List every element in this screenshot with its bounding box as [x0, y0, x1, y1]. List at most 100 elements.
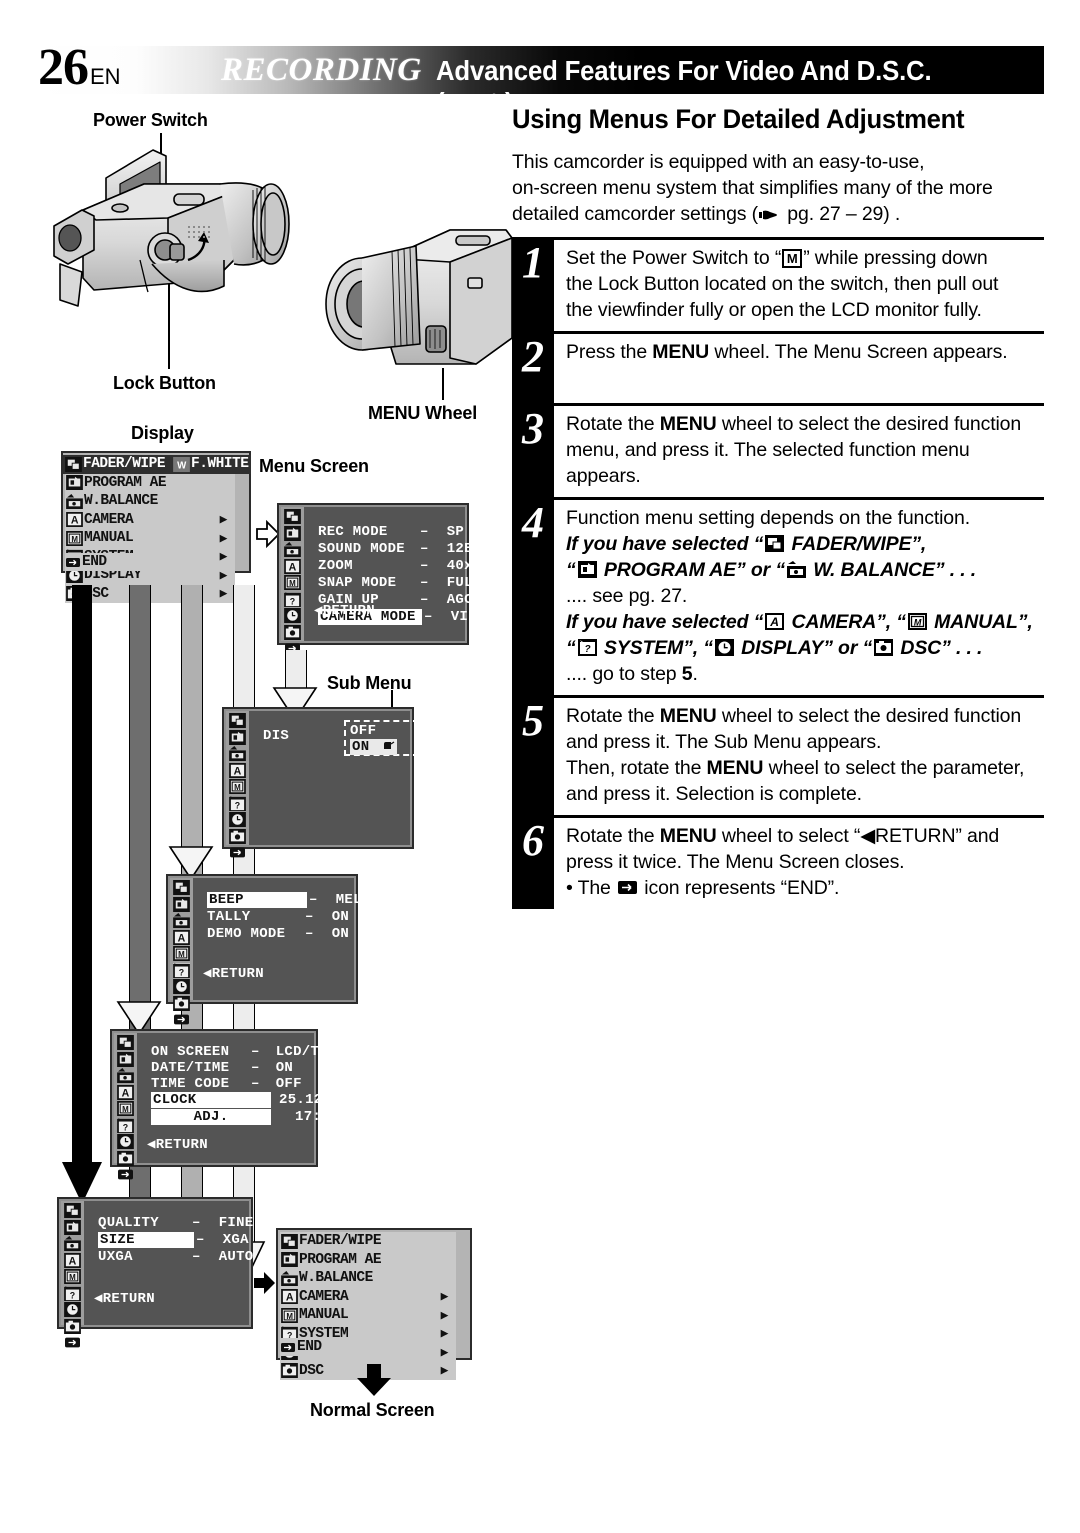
rail-w-balance-icon[interactable]: [117, 1068, 134, 1083]
row-demo-mode[interactable]: DEMO MODE – ON: [207, 925, 349, 942]
rail-display-icon[interactable]: [64, 1302, 81, 1317]
rail-manual-icon[interactable]: M: [117, 1101, 134, 1116]
row-rec-mode[interactable]: REC MODE – SP: [318, 523, 464, 540]
rail-display-icon[interactable]: [117, 1134, 134, 1149]
menu-item-program-ae[interactable]: PROGRAM AE: [280, 1251, 456, 1270]
rail-w-balance-icon[interactable]: [173, 913, 190, 928]
rail-program-ae-icon[interactable]: [284, 525, 301, 541]
step-6-body: Rotate the MENU wheel to select “◀RETURN…: [554, 818, 1044, 909]
rail-camera-icon[interactable]: A: [64, 1252, 81, 1268]
rail-program-ae-icon[interactable]: [117, 1051, 134, 1067]
sub-menu-option-off[interactable]: OFF: [350, 723, 376, 739]
rail-manual-icon[interactable]: M: [173, 946, 190, 961]
display-menu-lcd[interactable]: A M? ON SCREEN – LCD/TV DATE/TIME – ON TIME COD…: [110, 1029, 348, 1180]
program-ae-icon: [229, 729, 246, 745]
rail-fader-wipe-icon[interactable]: [64, 1203, 81, 1218]
rail-return-icon[interactable]: [117, 1167, 134, 1182]
rail-program-ae-icon[interactable]: [229, 729, 246, 745]
display-menu-return[interactable]: ◀RETURN: [147, 1136, 208, 1153]
rail-dsc-icon[interactable]: [229, 828, 246, 844]
row-on-screen[interactable]: ON SCREEN – LCD/TV: [151, 1043, 328, 1060]
row-sound-mode[interactable]: SOUND MODE –12BIT: [318, 540, 490, 557]
rail-manual-icon[interactable]: M: [229, 779, 246, 794]
row-uxga[interactable]: UXGA – AUTO: [98, 1248, 254, 1265]
menu-item-camera[interactable]: A CAMERA ▶: [65, 511, 235, 530]
submenu-arrow-icon: ▶: [440, 1363, 449, 1379]
menu-item-program-ae[interactable]: PROGRAM AE: [65, 474, 235, 493]
menu-item-camera[interactable]: A CAMERA ▶: [280, 1288, 456, 1307]
step-5-text: Rotate the MENU wheel to select the desi…: [566, 703, 1044, 807]
sub-menu-option-on[interactable]: ON: [350, 739, 398, 755]
rail-program-ae-icon[interactable]: [64, 1219, 81, 1235]
rail-display-icon[interactable]: [229, 812, 246, 827]
rail-dsc-icon[interactable]: [284, 624, 301, 640]
rail-w-balance-icon[interactable]: [64, 1236, 81, 1251]
rail-w-balance-icon[interactable]: [284, 542, 301, 557]
rail-fader-wipe-icon[interactable]: [117, 1035, 134, 1050]
step-1-line1b: ” while pressing down: [803, 247, 988, 269]
rail-fader-wipe-icon[interactable]: [284, 509, 301, 524]
menu-item-label: W.BALANCE: [299, 1270, 373, 1287]
rail-camera-icon[interactable]: A: [284, 558, 301, 574]
rail-program-ae-icon[interactable]: [173, 896, 190, 912]
row-beep[interactable]: BEEP – MELODY: [207, 891, 388, 908]
menu-item-manual[interactable]: M MANUAL ▶: [65, 529, 235, 548]
rail-fader-wipe-icon[interactable]: [173, 880, 190, 895]
rail-return-icon[interactable]: [229, 845, 246, 860]
rail-manual-icon[interactable]: M: [64, 1269, 81, 1284]
rail-system-icon[interactable]: ?: [284, 591, 301, 607]
display-menu-adj-row[interactable]: ADJ. 17:30: [151, 1108, 339, 1125]
camera-menu-lcd[interactable]: A M? REC MODE – SP SOUND MODE –12BIT ZOOM –40x S…: [277, 503, 494, 654]
fwhite-indicator: W F.WHITE: [173, 456, 249, 472]
rail-fader-wipe-icon[interactable]: [229, 713, 246, 728]
rail-manual-icon[interactable]: M: [284, 575, 301, 590]
display-menu-icon-rail: A M?: [114, 1033, 137, 1180]
row-label: REC MODE: [318, 523, 388, 540]
rail-return-icon[interactable]: [64, 1335, 81, 1350]
rail-w-balance-icon[interactable]: [229, 746, 246, 761]
rail-return-icon[interactable]: [173, 1012, 190, 1027]
row-date-time[interactable]: DATE/TIME – ON: [151, 1059, 293, 1076]
row-size[interactable]: SIZE – XGA: [98, 1231, 249, 1248]
system-menu-lcd[interactable]: A M? BEEP – MELODY TALLY – ON DEMO MODE – ON ◀RETU…: [166, 874, 388, 1025]
row-tally[interactable]: TALLY – ON: [207, 908, 349, 925]
step-4-line1: Function menu setting depends on the fun…: [566, 507, 970, 529]
rail-display-icon[interactable]: [284, 608, 301, 623]
row-quality[interactable]: QUALITY – FINE: [98, 1214, 254, 1231]
rail-camera-icon[interactable]: A: [173, 929, 190, 945]
return-row[interactable]: ◀RETURN: [203, 965, 264, 982]
menu-item-manual[interactable]: M MANUAL ▶: [280, 1306, 456, 1325]
program-ae-icon: [117, 1051, 134, 1067]
rail-system-icon[interactable]: ?: [64, 1285, 81, 1301]
rail-system-icon[interactable]: ?: [117, 1117, 134, 1133]
row-dash: –: [420, 523, 429, 540]
rail-system-icon[interactable]: ?: [173, 962, 190, 978]
return-row[interactable]: ◀RETURN: [94, 1290, 155, 1307]
menu-screen-end-row[interactable]: END: [65, 553, 161, 571]
rail-dsc-icon[interactable]: [173, 995, 190, 1011]
final-menu-screen-lcd[interactable]: FADER/WIPE PROGRAM AE W.BALANCE A CAMERA ▶ M MA…: [276, 1228, 472, 1380]
menu-screen-lcd[interactable]: FADER/WIPE W F.WHITE PROGRAM AE W.BALANCE A CA…: [61, 451, 251, 603]
menu-item-w-balance[interactable]: W.BALANCE: [65, 492, 235, 511]
display-icon: [284, 608, 301, 623]
rail-display-icon[interactable]: [173, 979, 190, 994]
row-zoom[interactable]: ZOOM –40x: [318, 557, 473, 574]
dsc-menu-lcd[interactable]: A M? QUALITY – FINE SIZE – XGA UXGA – AUTO ◀RETURN: [57, 1197, 254, 1348]
svg-text:M: M: [286, 1312, 293, 1321]
rail-camera-icon[interactable]: A: [117, 1084, 134, 1100]
step-list: 1 Set the Power Switch to “M” while pres…: [512, 237, 1044, 909]
row-snap-mode[interactable]: SNAP MODE – FULL: [318, 574, 482, 591]
menu-item-fader-wipe[interactable]: FADER/WIPE W F.WHITE: [63, 455, 251, 474]
row-time-code[interactable]: TIME CODE – OFF: [151, 1075, 302, 1092]
display-menu-clock-row[interactable]: CLOCK 25.12.01: [151, 1091, 349, 1108]
final-menu-end-row[interactable]: END: [280, 1338, 376, 1356]
rail-camera-icon[interactable]: A: [229, 762, 246, 778]
return-row[interactable]: ◀RETURN: [314, 602, 375, 619]
rail-dsc-icon[interactable]: [64, 1318, 81, 1334]
menu-item-w-balance[interactable]: W.BALANCE: [280, 1269, 456, 1288]
rail-dsc-icon[interactable]: [117, 1150, 134, 1166]
menu-item-fader-wipe[interactable]: FADER/WIPE: [280, 1232, 456, 1251]
rail-system-icon[interactable]: ?: [229, 795, 246, 811]
sub-menu-body: DIS OFF ON: [249, 711, 419, 845]
sub-menu-lcd[interactable]: A M? DIS OFF ON: [222, 707, 419, 858]
